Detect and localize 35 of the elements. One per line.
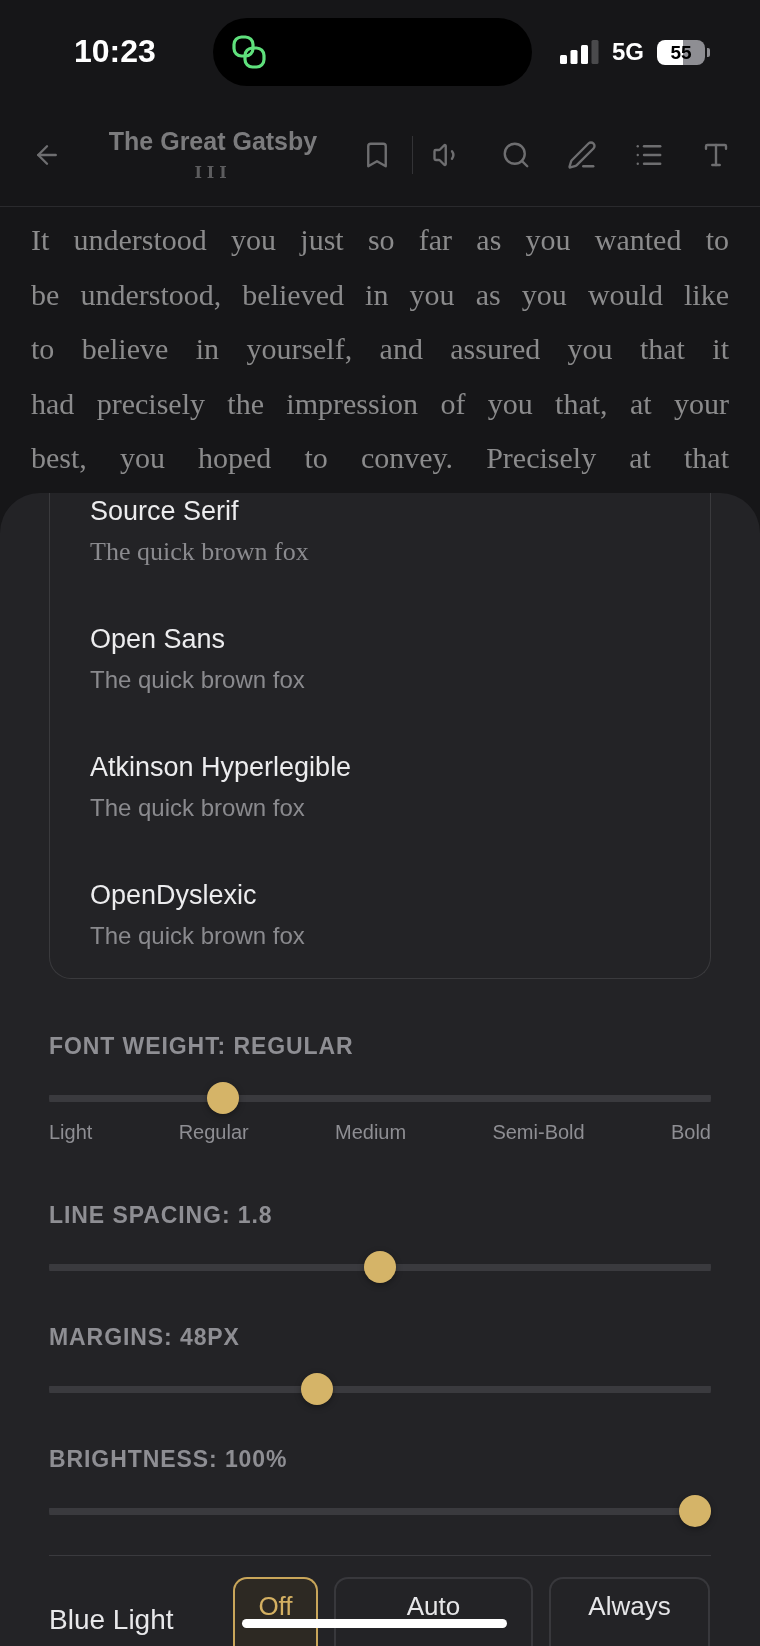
book-title: The Great Gatsby — [108, 127, 318, 155]
slider-thumb[interactable] — [679, 1495, 711, 1527]
font-sample: The quick brown fox — [90, 793, 305, 823]
slider-thumb[interactable] — [364, 1251, 396, 1283]
slider-thumb[interactable] — [206, 1082, 239, 1114]
font-name[interactable]: Atkinson Hyperlegible — [90, 752, 352, 782]
search-icon — [501, 140, 531, 170]
chapter-label: III — [194, 163, 232, 183]
tick-label: Light — [49, 1121, 93, 1143]
font-name[interactable]: Open Sans — [90, 624, 226, 654]
pen-icon — [567, 140, 597, 170]
font-name[interactable]: OpenDyslexic — [90, 880, 257, 910]
status-time: 10:23 — [74, 33, 156, 69]
filter-mode-option[interactable]: Always — [549, 1577, 710, 1646]
setting-label: BRIGHTNESS: 100% — [49, 1447, 289, 1471]
tick-label: Regular — [178, 1121, 249, 1143]
tick-label: Semi-Bold — [492, 1121, 585, 1143]
battery-level: 55 — [657, 39, 710, 65]
setting-label: FONT WEIGHT: REGULAR — [49, 1034, 355, 1058]
reading-text: It understood you just so far as you wanted to be understood, believed in you as you would like to believe in yourself, and assured you that it had precisely the impression of you that, at your best, you hoped to convey. Precisely at that — [31, 222, 729, 476]
font-sample: The quick brown fox — [90, 665, 305, 695]
font-sample: The quick brown fox — [90, 537, 309, 567]
search-button[interactable] — [501, 140, 531, 170]
font-sample: The quick brown fox — [90, 921, 305, 951]
linked-rings-icon — [232, 35, 266, 69]
network-label: 5G — [612, 40, 644, 64]
slider-thumb[interactable] — [301, 1373, 333, 1405]
annotate-button[interactable] — [567, 140, 597, 170]
tick-label: Medium — [335, 1121, 407, 1143]
signal-icon — [560, 40, 599, 64]
setting-label: LINE SPACING: 1.8 — [49, 1203, 274, 1227]
font-name[interactable]: Source Serif — [90, 496, 239, 526]
screen-filter-label: Blue Light — [49, 1606, 175, 1634]
tick-label: Bold — [670, 1121, 711, 1143]
setting-label: MARGINS: 48PX — [49, 1325, 241, 1349]
